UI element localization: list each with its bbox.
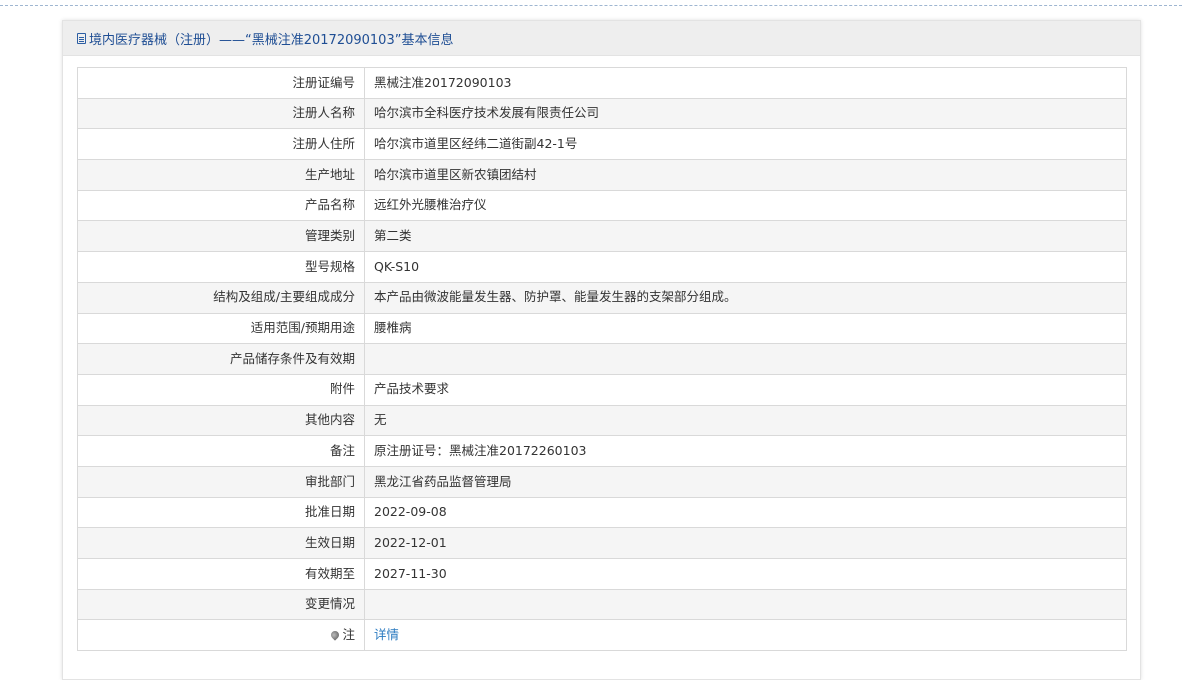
row-label: 其他内容: [77, 404, 365, 437]
row-label: 有效期至: [77, 558, 365, 590]
note-value-cell: 详情: [364, 619, 1127, 652]
table-row: 其他内容 无: [77, 404, 1127, 437]
row-label: 附件: [77, 373, 365, 406]
row-value: 黑龙江省药品监督管理局: [364, 465, 1127, 498]
row-label: 注册证编号: [77, 67, 365, 99]
details-link[interactable]: 详情: [374, 627, 399, 642]
panel-header: 境内医疗器械（注册）——“黑械注准20172090103”基本信息: [63, 21, 1140, 56]
row-value: 产品技术要求: [364, 373, 1127, 406]
table-row: 结构及组成/主要组成成分 本产品由微波能量发生器、防护罩、能量发生器的支架部分组…: [77, 281, 1127, 314]
row-value: 原注册证号：黑械注准20172260103: [364, 435, 1127, 467]
top-divider: [0, 5, 1182, 7]
row-label: 注册人名称: [77, 97, 365, 130]
row-value: 远红外光腰椎治疗仪: [364, 189, 1127, 222]
row-value: 哈尔滨市道里区新农镇团结村: [364, 159, 1127, 191]
info-table: 注册证编号 黑械注准20172090103 注册人名称 哈尔滨市全科医疗技术发展…: [77, 67, 1127, 652]
row-value: 第二类: [364, 220, 1127, 253]
row-value: 黑械注准20172090103: [364, 67, 1127, 99]
row-label: 产品储存条件及有效期: [77, 343, 365, 375]
row-value: 无: [364, 404, 1127, 437]
row-label: 批准日期: [77, 496, 365, 529]
table-row: 适用范围/预期用途 腰椎病: [77, 312, 1127, 345]
table-row: 型号规格 QK-S10: [77, 251, 1127, 283]
row-label: 注册人住所: [77, 128, 365, 161]
row-label: 适用范围/预期用途: [77, 312, 365, 345]
table-row: 变更情况: [77, 588, 1127, 621]
row-value: 腰椎病: [364, 312, 1127, 345]
row-label: 型号规格: [77, 251, 365, 283]
table-row: 注册人名称 哈尔滨市全科医疗技术发展有限责任公司: [77, 97, 1127, 130]
row-value: 2022-12-01: [364, 527, 1127, 559]
map-pin-icon: [329, 629, 342, 642]
row-value: [364, 343, 1127, 375]
row-label: 生效日期: [77, 527, 365, 559]
row-value: 哈尔滨市全科医疗技术发展有限责任公司: [364, 97, 1127, 130]
row-value: 2022-09-08: [364, 496, 1127, 529]
row-value: 本产品由微波能量发生器、防护罩、能量发生器的支架部分组成。: [364, 281, 1127, 314]
row-label: 结构及组成/主要组成成分: [77, 281, 365, 314]
note-label-cell: 注: [77, 619, 365, 652]
table-row: 产品储存条件及有效期: [77, 343, 1127, 375]
basic-info-panel: 境内医疗器械（注册）——“黑械注准20172090103”基本信息 注册证编号 …: [62, 20, 1141, 680]
row-label: 生产地址: [77, 159, 365, 191]
table-row: 批准日期 2022-09-08: [77, 496, 1127, 529]
row-label: 备注: [77, 435, 365, 467]
table-row: 生产地址 哈尔滨市道里区新农镇团结村: [77, 159, 1127, 191]
row-value: [364, 588, 1127, 621]
row-label: 审批部门: [77, 465, 365, 498]
table-row: 注册证编号 黑械注准20172090103: [77, 67, 1127, 99]
row-label: 管理类别: [77, 220, 365, 253]
note-label: 注: [342, 626, 355, 642]
table-row: 管理类别 第二类: [77, 220, 1127, 253]
document-icon: [77, 32, 86, 44]
row-label: 产品名称: [77, 189, 365, 222]
table-row: 有效期至 2027-11-30: [77, 558, 1127, 590]
table-row: 注册人住所 哈尔滨市道里区经纬二道街副42-1号: [77, 128, 1127, 161]
table-row: 审批部门 黑龙江省药品监督管理局: [77, 465, 1127, 498]
row-value: QK-S10: [364, 251, 1127, 283]
table-row: 附件 产品技术要求: [77, 373, 1127, 406]
table-row: 生效日期 2022-12-01: [77, 527, 1127, 559]
table-row: 产品名称 远红外光腰椎治疗仪: [77, 189, 1127, 222]
row-label: 变更情况: [77, 588, 365, 621]
row-value: 哈尔滨市道里区经纬二道街副42-1号: [364, 128, 1127, 161]
row-value: 2027-11-30: [364, 558, 1127, 590]
table-row: 备注 原注册证号：黑械注准20172260103: [77, 435, 1127, 467]
page-title: 境内医疗器械（注册）——“黑械注准20172090103”基本信息: [89, 32, 454, 48]
table-row-note: 注 详情: [77, 619, 1127, 652]
